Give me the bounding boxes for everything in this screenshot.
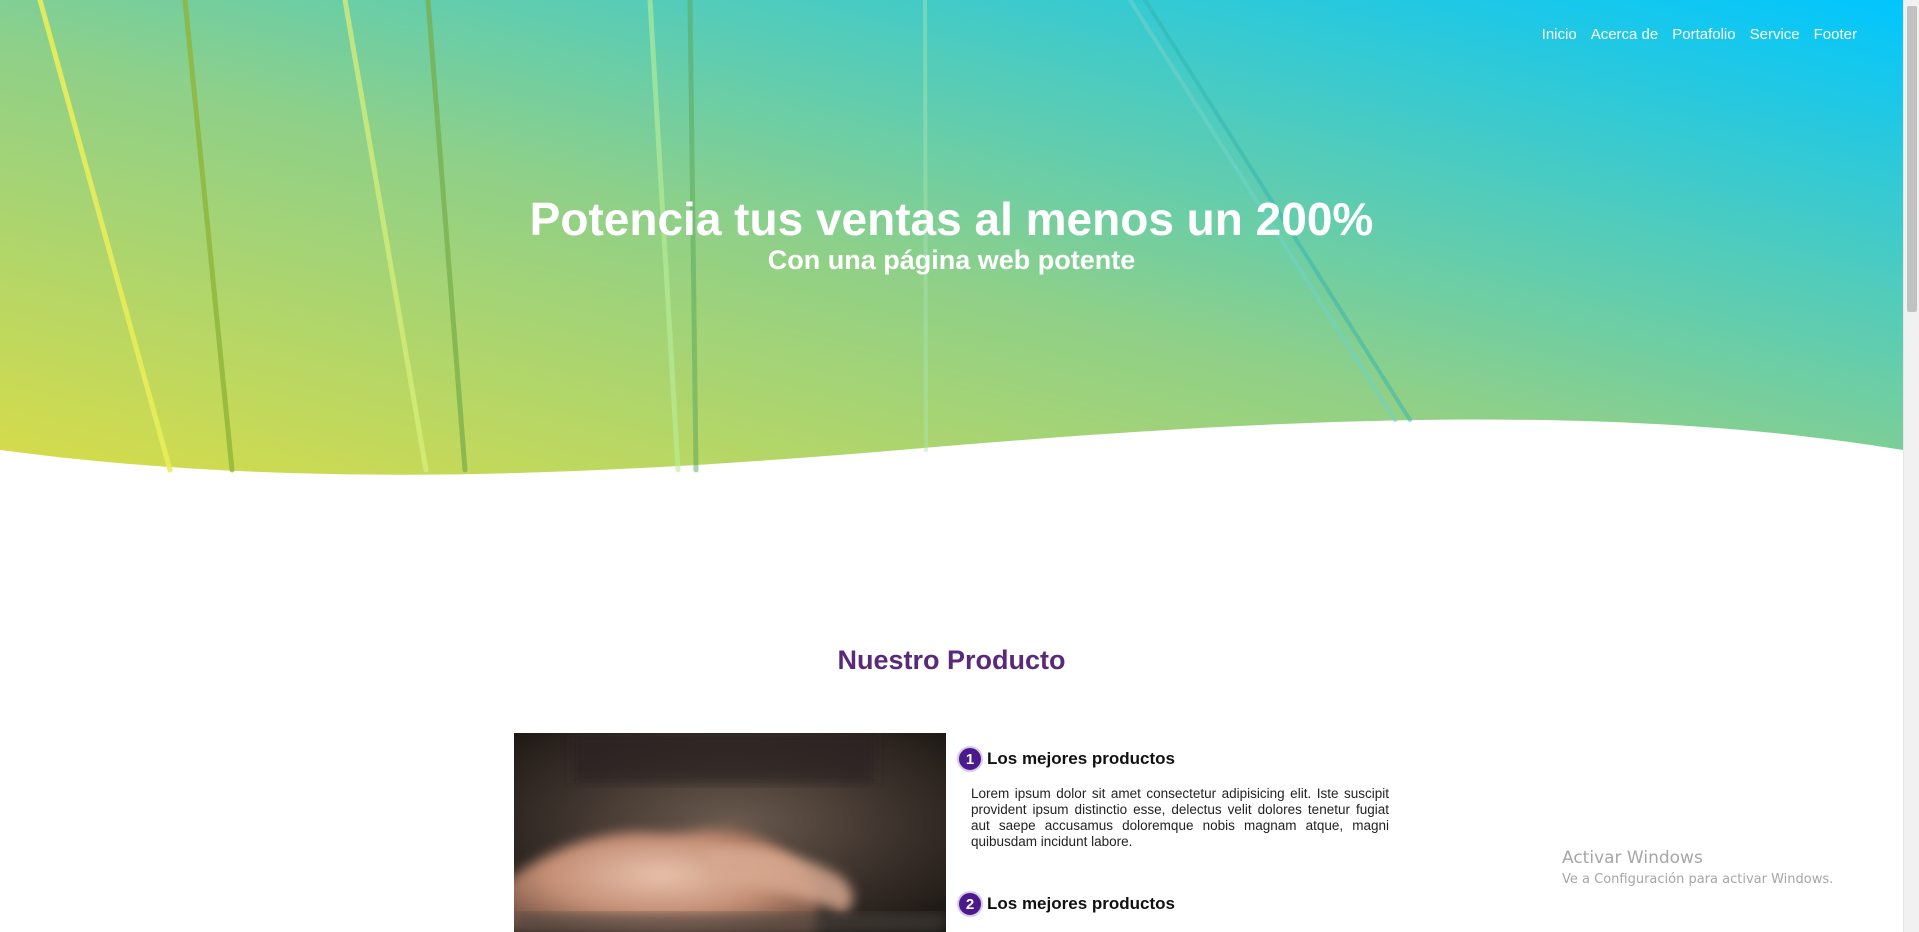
- main-navigation: Inicio Acerca de Portafolio Service Foot…: [1542, 26, 1857, 43]
- nav-link-acerca-de[interactable]: Acerca de: [1591, 26, 1659, 43]
- hero-section: Inicio Acerca de Portafolio Service Foot…: [0, 0, 1903, 480]
- scrollbar-thumb[interactable]: [1907, 6, 1917, 312]
- number-badge: 2: [957, 891, 983, 917]
- feature-item-1: 1 Los mejores productos Lorem ipsum dolo…: [957, 746, 1389, 850]
- product-section-title: Nuestro Producto: [837, 645, 1066, 675]
- windows-activation-watermark: Activar Windows Ve a Configuración para …: [1562, 848, 1833, 887]
- feature-header: 1 Los mejores productos: [957, 746, 1389, 772]
- hero-subtitle: Con una página web potente: [767, 245, 1136, 275]
- nav-link-inicio[interactable]: Inicio: [1542, 26, 1577, 43]
- feature-item-2: 2 Los mejores productos: [957, 891, 1389, 917]
- typing-hands-image: [514, 733, 946, 932]
- nav-link-portafolio[interactable]: Portafolio: [1672, 26, 1735, 43]
- vertical-scrollbar[interactable]: [1903, 0, 1919, 932]
- feature-title: Los mejores productos: [987, 894, 1175, 913]
- watermark-title: Activar Windows: [1562, 848, 1703, 868]
- watermark-subtitle: Ve a Configuración para activar Windows.: [1562, 872, 1834, 887]
- product-photo: [514, 733, 946, 932]
- feature-title: Los mejores productos: [987, 749, 1175, 768]
- hero-title: Potencia tus ventas al menos un 200%: [529, 193, 1374, 245]
- landing-page: Inicio Acerca de Portafolio Service Foot…: [0, 0, 1919, 932]
- nav-link-footer[interactable]: Footer: [1814, 26, 1857, 43]
- nav-link-service[interactable]: Service: [1750, 26, 1800, 43]
- feature-description: Lorem ipsum dolor sit amet consectetur a…: [971, 786, 1389, 849]
- number-badge: 1: [957, 746, 983, 772]
- feature-header: 2 Los mejores productos: [957, 891, 1389, 917]
